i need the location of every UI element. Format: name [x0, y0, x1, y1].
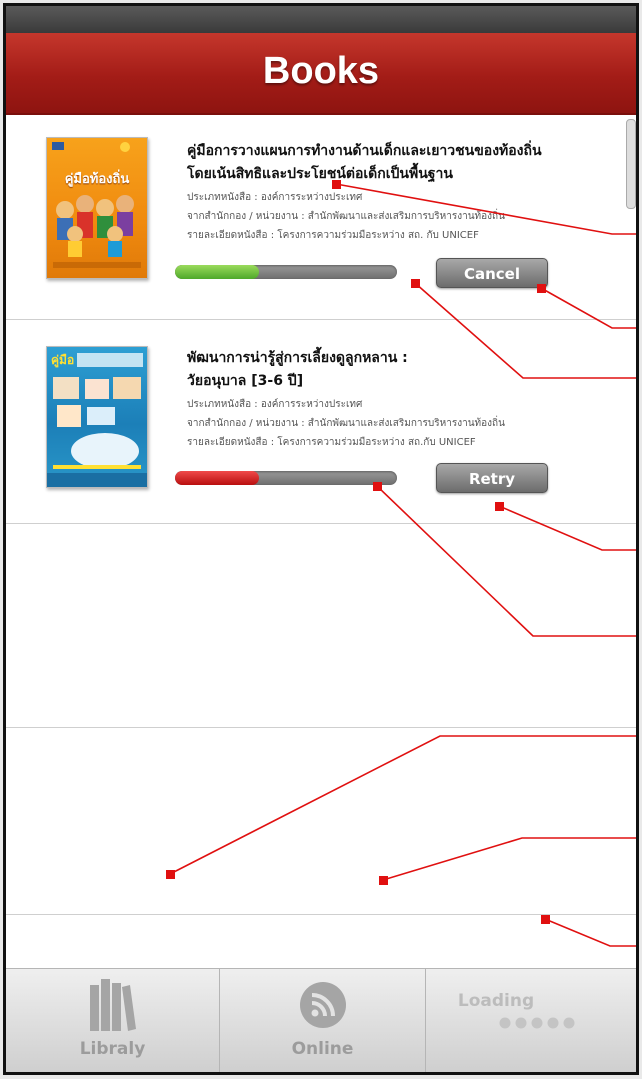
app-screen: Books คู่มือท้องถิ่น คู่มือการวางแผนการท… — [3, 3, 639, 1075]
annotation-lines — [169, 183, 636, 947]
annotation-line — [540, 287, 636, 329]
annotation-line — [382, 837, 636, 881]
annotation-marker — [332, 180, 341, 189]
annotation-overlay — [166, 180, 636, 947]
annotation-markers — [166, 180, 550, 924]
annotation-line — [544, 918, 636, 947]
annotation-marker — [379, 876, 388, 885]
annotation-marker — [495, 502, 504, 511]
annotation-line — [498, 505, 636, 551]
annotation-marker — [541, 915, 550, 924]
annotation-marker — [373, 482, 382, 491]
annotation-line — [414, 282, 636, 379]
annotation-line — [376, 485, 636, 637]
annotation-line — [335, 183, 636, 235]
annotation-marker — [411, 279, 420, 288]
annotation-line — [169, 735, 636, 875]
annotation-marker — [166, 870, 175, 879]
annotation-marker — [537, 284, 546, 293]
